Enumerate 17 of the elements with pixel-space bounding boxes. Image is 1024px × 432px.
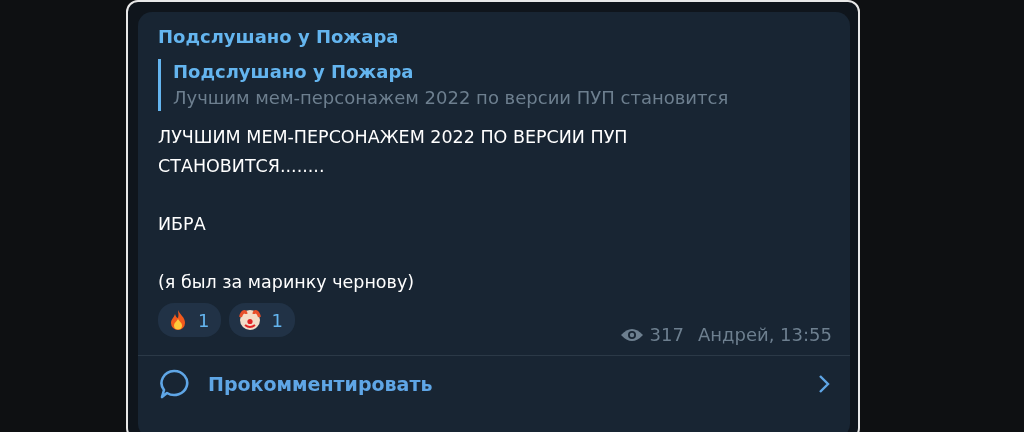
quote-preview: Лучшим мем-персонажем 2022 по версии ПУП становится: [173, 86, 730, 110]
message-text: (я был за маринку чернову): [158, 271, 416, 294]
speech-bubble-icon: [158, 368, 190, 400]
message-text: ИБРА: [158, 213, 207, 236]
channel-title[interactable]: Подслушано у Пожара: [158, 26, 830, 47]
reaction-chip[interactable]: 1: [158, 303, 222, 337]
author-time: Андрей, 13:55: [697, 324, 832, 345]
comment-button[interactable]: Прокомментировать: [158, 356, 830, 412]
message-text: ЛУЧШИМ МЕМ-ПЕРСОНАЖЕМ 2022 ПО ВЕРСИИ ПУП СТАНОВИТСЯ........: [158, 126, 629, 178]
fire-icon: [168, 309, 188, 331]
reaction-chip[interactable]: 1: [229, 303, 295, 337]
eye-icon: [619, 326, 644, 343]
forwarded-quote[interactable]: Подслушано у Пожара Лучшим мем-персонажем 2022 по версии ПУП становится: [158, 59, 830, 111]
quote-title: Подслушано у Пожара: [173, 60, 415, 84]
clown-icon: [239, 309, 262, 331]
view-count: 317: [649, 324, 684, 345]
chevron-icon: [818, 374, 830, 394]
